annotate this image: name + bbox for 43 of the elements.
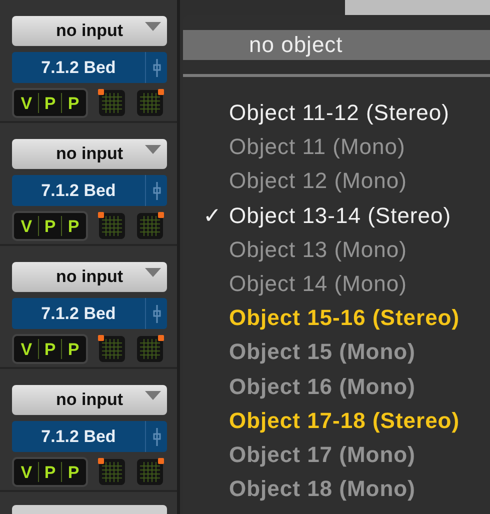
dropdown-arrow-icon	[145, 391, 161, 400]
vpp-display[interactable]: V P P	[12, 88, 88, 118]
grid-icon[interactable]	[136, 89, 164, 117]
grid-icon[interactable]	[136, 212, 164, 240]
menu-item[interactable]: no object	[183, 30, 490, 60]
vpp-letter: V	[20, 218, 32, 234]
grid-icon[interactable]	[98, 89, 126, 117]
fader-icon[interactable]	[152, 182, 160, 200]
vpp-letter: P	[68, 94, 80, 112]
input-selector-button[interactable]: no input	[12, 385, 167, 415]
vpp-letter: V	[20, 464, 32, 480]
vpp-display[interactable]: V P P	[12, 334, 88, 364]
grid-icon[interactable]	[98, 335, 126, 363]
vpp-letter: P	[68, 340, 80, 358]
menu-item[interactable]: Object 17-18 (Stereo)	[229, 404, 460, 438]
input-selector-button[interactable]: no input	[12, 16, 167, 46]
vpp-letter: P	[44, 340, 56, 358]
input-selector-button[interactable]: no input	[12, 262, 167, 292]
menu-item[interactable]: Object 15-16 (Stereo)	[229, 301, 460, 336]
vpp-letter: P	[68, 464, 80, 480]
vpp-letter: P	[44, 218, 56, 234]
dropdown-arrow-icon	[145, 268, 161, 277]
vpp-letter: P	[44, 464, 56, 480]
menu-item[interactable]: Object 13-14 (Stereo)	[229, 198, 452, 233]
grid-icon[interactable]	[136, 458, 164, 486]
grid-icon[interactable]	[98, 458, 126, 486]
vpp-letter: P	[68, 218, 80, 234]
checkmark-icon: ✓	[203, 202, 222, 228]
input-selector-button[interactable]: no input	[12, 139, 167, 169]
vpp-display[interactable]: V P P	[12, 211, 88, 241]
input-selector-button[interactable]	[12, 505, 167, 514]
dropdown-arrow-icon	[145, 145, 161, 154]
menu-item[interactable]: Object 11-12 (Stereo)	[229, 96, 450, 130]
vpp-letter: V	[20, 340, 32, 358]
vpp-letter: P	[44, 94, 56, 112]
dropdown-arrow-icon	[145, 22, 161, 31]
fader-icon[interactable]	[152, 58, 160, 76]
grid-icon[interactable]	[98, 212, 126, 240]
fader-icon[interactable]	[152, 304, 160, 322]
vpp-display[interactable]: V P P	[12, 457, 88, 487]
vpp-letter: V	[20, 94, 32, 112]
fader-icon[interactable]	[152, 428, 160, 446]
grid-icon[interactable]	[136, 335, 164, 363]
